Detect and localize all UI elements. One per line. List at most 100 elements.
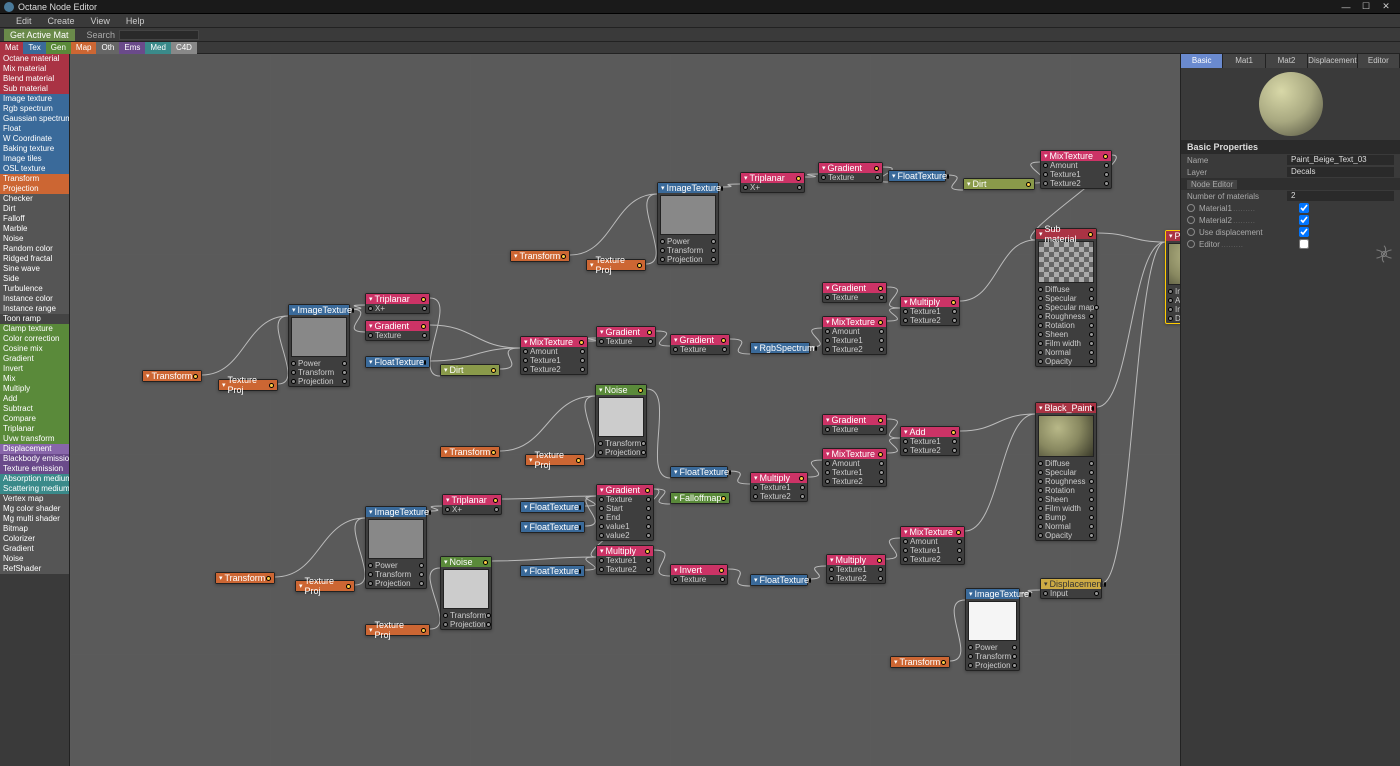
node-gradient2[interactable]: ▾GradientTexture bbox=[818, 162, 883, 183]
param-port[interactable] bbox=[800, 485, 805, 490]
param-port[interactable] bbox=[879, 470, 884, 475]
input-port[interactable] bbox=[903, 557, 908, 562]
node-output-port[interactable] bbox=[493, 498, 498, 503]
node-header[interactable]: ▾Triplanar bbox=[366, 294, 429, 304]
palette-clamp-texture[interactable]: Clamp texture bbox=[0, 324, 69, 334]
input-port[interactable] bbox=[1038, 350, 1043, 355]
node-input-row[interactable]: Texture1 bbox=[901, 546, 964, 555]
collapse-icon[interactable]: ▾ bbox=[146, 372, 150, 380]
node-gradient4[interactable]: ▾GradientTexture bbox=[670, 334, 730, 355]
input-port[interactable] bbox=[368, 333, 373, 338]
node-header[interactable]: ▾FloatTexture bbox=[521, 566, 584, 576]
collapse-icon[interactable]: ▾ bbox=[904, 298, 908, 306]
collapse-icon[interactable]: ▾ bbox=[904, 428, 908, 436]
input-port[interactable] bbox=[598, 450, 603, 455]
input-port[interactable] bbox=[829, 576, 834, 581]
node-output-port[interactable] bbox=[878, 320, 883, 325]
node-input-row[interactable]: Specular bbox=[1036, 294, 1096, 303]
palette-projection[interactable]: Projection bbox=[0, 184, 69, 194]
palette-multiply[interactable]: Multiply bbox=[0, 384, 69, 394]
node-floatTexture2[interactable]: ▾FloatTexture bbox=[888, 170, 946, 182]
param-port[interactable] bbox=[1104, 163, 1109, 168]
maximize-button[interactable]: ☐ bbox=[1356, 1, 1376, 12]
node-output-port[interactable] bbox=[429, 510, 431, 515]
input-port[interactable] bbox=[291, 379, 296, 384]
node-floatTexture6[interactable]: ▾FloatTexture bbox=[520, 565, 585, 577]
category-ems[interactable]: Ems bbox=[119, 42, 145, 54]
param-port[interactable] bbox=[878, 567, 883, 572]
input-port[interactable] bbox=[599, 558, 604, 563]
node-input-row[interactable]: Amount2 bbox=[1166, 296, 1180, 305]
collapse-icon[interactable]: ▾ bbox=[599, 386, 603, 394]
prop-material1-radio[interactable] bbox=[1187, 204, 1195, 212]
menu-edit[interactable]: Edit bbox=[8, 16, 40, 26]
param-port[interactable] bbox=[879, 329, 884, 334]
node-output-port[interactable] bbox=[421, 628, 426, 633]
collapse-icon[interactable]: ▾ bbox=[822, 164, 826, 172]
input-port[interactable] bbox=[523, 367, 528, 372]
collapse-icon[interactable]: ▾ bbox=[299, 582, 303, 590]
param-port[interactable] bbox=[720, 577, 725, 582]
palette-blackbody-emission[interactable]: Blackbody emission bbox=[0, 454, 69, 464]
input-port[interactable] bbox=[599, 506, 604, 511]
collapse-icon[interactable]: ▾ bbox=[967, 180, 971, 188]
palette-blend-material[interactable]: Blend material bbox=[0, 74, 69, 84]
menu-help[interactable]: Help bbox=[118, 16, 153, 26]
node-header[interactable]: ▾FloatTexture bbox=[751, 575, 807, 585]
category-c4d[interactable]: C4D bbox=[171, 42, 197, 54]
param-port[interactable] bbox=[1089, 470, 1094, 475]
node-invert1[interactable]: ▾InvertTexture bbox=[670, 564, 728, 585]
collapse-icon[interactable]: ▾ bbox=[292, 306, 296, 314]
input-port[interactable] bbox=[523, 358, 528, 363]
node-floatTexture7[interactable]: ▾FloatTexture bbox=[750, 574, 808, 586]
node-transform4[interactable]: ▾Transform bbox=[215, 572, 275, 584]
collapse-icon[interactable]: ▾ bbox=[524, 338, 528, 346]
node-noise2[interactable]: ▾NoiseTransformProjection bbox=[440, 556, 492, 630]
node-output-port[interactable] bbox=[956, 530, 961, 535]
param-port[interactable] bbox=[875, 175, 880, 180]
input-port[interactable] bbox=[1038, 479, 1043, 484]
node-header[interactable]: ▾FloatTexture bbox=[671, 467, 727, 477]
node-input-row[interactable]: Texture bbox=[366, 331, 429, 340]
input-port[interactable] bbox=[825, 427, 830, 432]
node-textureProj5[interactable]: ▾Texture Proj bbox=[365, 624, 430, 636]
collapse-icon[interactable]: ▾ bbox=[222, 381, 226, 389]
node-input-row[interactable]: Amount bbox=[823, 327, 886, 336]
input-port[interactable] bbox=[829, 567, 834, 572]
node-rgbSpectrum[interactable]: ▾RgbSpectrum bbox=[750, 342, 810, 354]
collapse-icon[interactable]: ▾ bbox=[754, 344, 758, 352]
collapse-icon[interactable]: ▾ bbox=[369, 508, 373, 516]
param-port[interactable] bbox=[646, 524, 651, 529]
node-header[interactable]: ▾Dirt bbox=[441, 365, 499, 375]
input-port[interactable] bbox=[903, 548, 908, 553]
input-port[interactable] bbox=[1038, 314, 1043, 319]
palette-side[interactable]: Side bbox=[0, 274, 69, 284]
node-input-row[interactable]: X+ bbox=[741, 183, 804, 192]
collapse-icon[interactable]: ▾ bbox=[514, 252, 518, 260]
palette-color-correction[interactable]: Color correction bbox=[0, 334, 69, 344]
node-header[interactable]: ▾Noise bbox=[596, 385, 646, 395]
palette-absorption-medium[interactable]: Absorption medium bbox=[0, 474, 69, 484]
palette-image-tiles[interactable]: Image tiles bbox=[0, 154, 69, 164]
node-output-port[interactable] bbox=[1104, 582, 1106, 587]
node-multiply1[interactable]: ▾MultiplyTexture1Texture2 bbox=[900, 296, 960, 326]
node-input-row[interactable]: Power bbox=[966, 643, 1019, 652]
palette-instance-range[interactable]: Instance range bbox=[0, 304, 69, 314]
node-header[interactable]: ▾Transform bbox=[511, 251, 569, 261]
node-input-row[interactable]: Power bbox=[289, 359, 349, 368]
node-gradient6[interactable]: ▾GradientTexture bbox=[822, 414, 887, 435]
input-port[interactable] bbox=[445, 507, 450, 512]
node-output-port[interactable] bbox=[809, 578, 811, 583]
param-port[interactable] bbox=[422, 306, 427, 311]
param-port[interactable] bbox=[1089, 332, 1094, 337]
node-header[interactable]: ▾Sub material bbox=[1036, 229, 1096, 239]
node-input-row[interactable]: Transform bbox=[966, 652, 1019, 661]
node-input-row[interactable]: Texture2 bbox=[521, 365, 587, 374]
node-header[interactable]: ▾Gradient bbox=[597, 485, 653, 495]
node-output-port[interactable] bbox=[1103, 154, 1108, 159]
node-input-row[interactable]: Power bbox=[658, 237, 718, 246]
palette-colorizer[interactable]: Colorizer bbox=[0, 534, 69, 544]
node-input-row[interactable]: Texture bbox=[671, 575, 727, 584]
collapse-icon[interactable]: ▾ bbox=[969, 590, 973, 598]
param-port[interactable] bbox=[1089, 341, 1094, 346]
